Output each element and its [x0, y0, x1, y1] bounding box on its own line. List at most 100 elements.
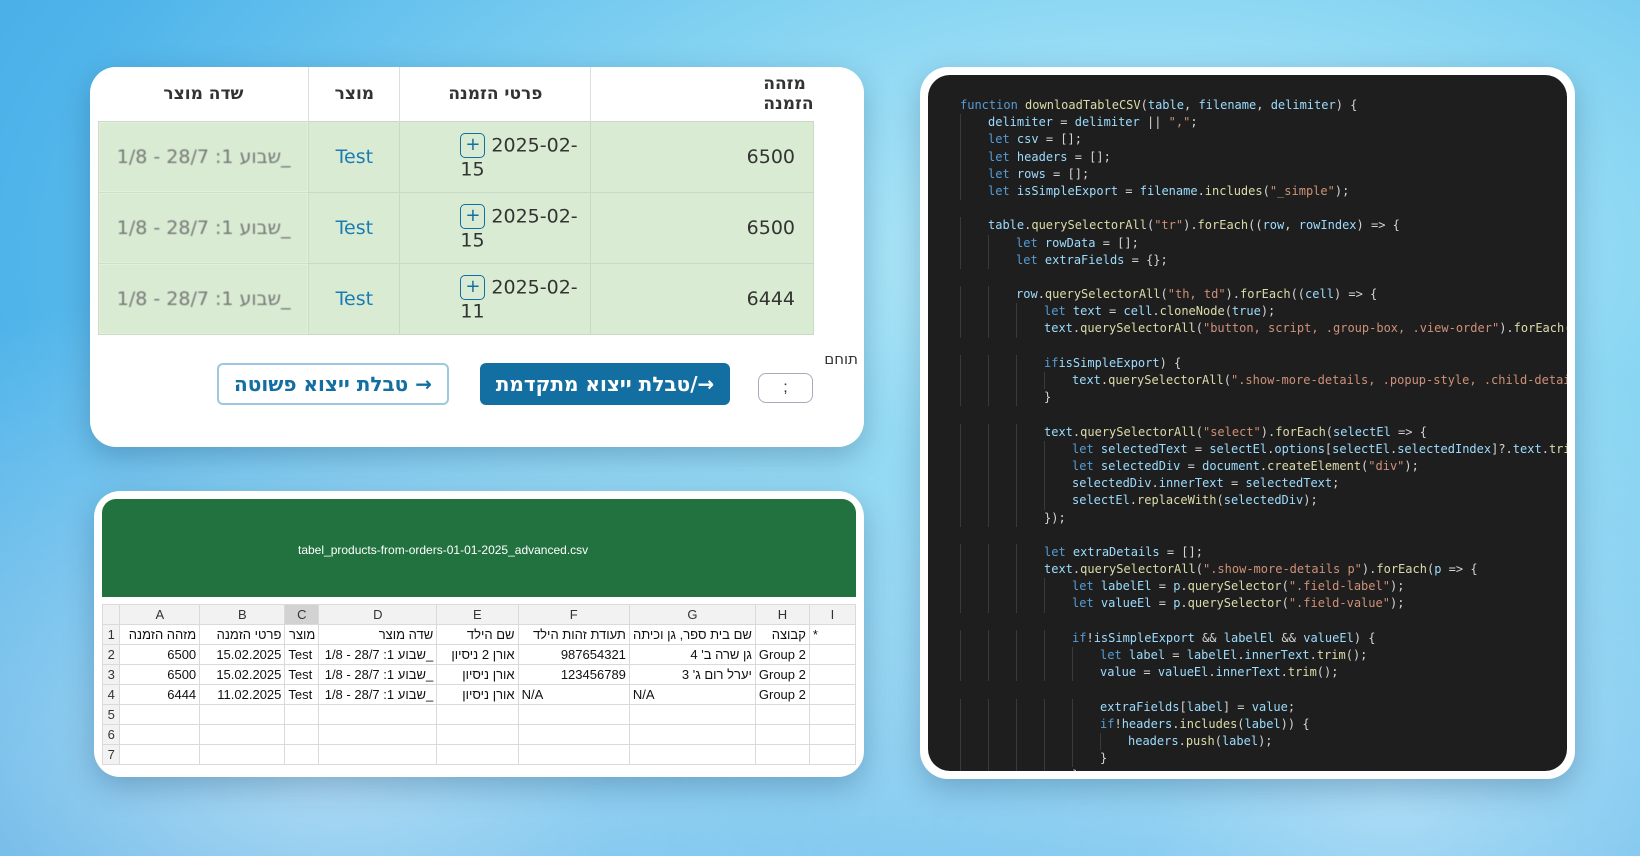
column-header[interactable]: C	[284, 604, 320, 625]
row-number[interactable]: 2	[101, 644, 121, 665]
sheet-row: 7	[101, 744, 857, 765]
expand-plus-button[interactable]: +	[460, 132, 486, 158]
sheet-cell[interactable]	[436, 744, 519, 765]
sheet-cell[interactable]: _שבוע 1: 28/7 - 1/8	[318, 644, 438, 665]
delimiter-input[interactable]: ;	[758, 373, 813, 403]
expand-plus-button[interactable]: +	[460, 274, 486, 300]
sheet-cell[interactable]	[628, 724, 756, 745]
sheet-cell[interactable]: 15.02.2025	[199, 644, 286, 665]
sheet-cell[interactable]: 6500	[119, 644, 201, 665]
row-number[interactable]: 3	[101, 664, 121, 685]
sheet-cell[interactable]	[284, 724, 320, 745]
sheet-cell[interactable]	[754, 724, 810, 745]
sheet-cell[interactable]: אורן 2 ניסיון	[436, 644, 519, 665]
sheet-cell[interactable]	[199, 704, 286, 725]
row-number[interactable]: 6	[101, 724, 121, 745]
sheet-cell[interactable]	[754, 704, 810, 725]
sheet-cell[interactable]: קבוצה	[754, 624, 810, 645]
header-order-details[interactable]: פרטי הזמנה	[399, 67, 591, 121]
sheet-cell[interactable]: N/A	[628, 684, 756, 705]
sheet-row: 4 6444 11.02.2025 Test _שבוע 1: 28/7 - 1…	[101, 684, 857, 705]
sheet-cell[interactable]: 15.02.2025	[199, 664, 286, 685]
sheet-cell[interactable]	[808, 664, 857, 685]
sheet-cell[interactable]: Group 2	[754, 684, 810, 705]
header-product[interactable]: מוצר	[308, 67, 400, 121]
column-header[interactable]: B	[199, 604, 286, 625]
sheet-cell[interactable]: מוצר	[284, 624, 320, 645]
code-line: let extraDetails = [];	[960, 543, 1567, 562]
sheet-cell[interactable]	[808, 744, 857, 765]
sheet-cell[interactable]	[808, 724, 857, 745]
row-number[interactable]: 5	[101, 704, 121, 725]
sheet-cell[interactable]: Test	[284, 684, 320, 705]
sheet-cell[interactable]	[754, 744, 810, 765]
sheet-cell[interactable]: Group 2	[754, 644, 810, 665]
column-header[interactable]: H	[754, 604, 810, 625]
sheet-cell[interactable]	[284, 704, 320, 725]
column-header[interactable]: G	[628, 604, 756, 625]
sheet-cell[interactable]	[808, 704, 857, 725]
sheet-cell[interactable]: אורן ניסיון	[436, 684, 519, 705]
sheet-cell[interactable]	[436, 724, 519, 745]
column-header[interactable]: I	[808, 604, 857, 625]
product-link[interactable]: Test	[308, 120, 401, 193]
sheet-cell[interactable]	[318, 724, 438, 745]
sheet-cell[interactable]	[199, 744, 286, 765]
product-link[interactable]: Test	[308, 191, 401, 264]
sheet-cell[interactable]: Group 2	[754, 664, 810, 685]
sheet-cell[interactable]	[119, 704, 201, 725]
sheet-cell[interactable]	[436, 704, 519, 725]
sheet-cell[interactable]: _שבוע 1: 28/7 - 1/8	[318, 664, 438, 685]
sheet-cell[interactable]	[318, 704, 438, 725]
product-link[interactable]: Test	[308, 262, 401, 335]
code-line: let valueEl = p.querySelector(".field-va…	[960, 595, 1567, 613]
sheet-cell[interactable]: שם הילד	[436, 624, 519, 645]
sheet-cell[interactable]	[119, 724, 201, 745]
simple-export-button[interactable]: טבלת ייצוא פשוטה →	[217, 363, 449, 405]
sheet-cell[interactable]: *	[808, 624, 857, 645]
sheet-cell[interactable]	[628, 744, 756, 765]
sheet-cell[interactable]: שדה מוצר	[318, 624, 438, 645]
sheet-cell[interactable]	[284, 744, 320, 765]
code-editor[interactable]: function downloadTableCSV(table, filenam…	[928, 75, 1567, 771]
sheet-cell[interactable]: Test	[284, 644, 320, 665]
header-product-field[interactable]: שדה מוצר	[98, 67, 309, 121]
sheet-cell[interactable]: שם בית ספר, גן וכיתה	[628, 624, 756, 645]
row-number[interactable]: 1	[101, 624, 121, 645]
sheet-cell[interactable]: N/A	[517, 684, 630, 705]
column-header[interactable]: F	[517, 604, 630, 625]
sheet-cell[interactable]: תעודת זהות הילד	[517, 624, 630, 645]
sheet-cell[interactable]	[808, 684, 857, 705]
row-number[interactable]: 7	[101, 744, 121, 765]
expand-plus-button[interactable]: +	[460, 203, 486, 229]
sheet-cell[interactable]	[517, 744, 630, 765]
column-header[interactable]: A	[119, 604, 201, 625]
sheet-cell[interactable]	[199, 724, 286, 745]
sheet-cell[interactable]: מזהה הזמנה	[119, 624, 201, 645]
sheet-cell[interactable]: אורן ניסיון	[436, 664, 519, 685]
sheet-cell[interactable]	[808, 644, 857, 665]
sheet-cell[interactable]	[517, 704, 630, 725]
sheet-cell[interactable]: 123456789	[517, 664, 630, 685]
column-header[interactable]: D	[318, 604, 438, 625]
sheet-cell[interactable]: יערל רום ג' 3	[628, 664, 756, 685]
column-header[interactable]: E	[436, 604, 519, 625]
sheet-cell[interactable]: Test	[284, 664, 320, 685]
sheet-cell[interactable]	[517, 724, 630, 745]
sheet-cell[interactable]: 6444	[119, 684, 201, 705]
sheet-cell[interactable]: _שבוע 1: 28/7 - 1/8	[318, 684, 438, 705]
sheet-cell[interactable]: פרטי הזמנה	[199, 624, 286, 645]
advanced-export-button[interactable]: טבלת ייצוא מתקדמת/→	[480, 363, 730, 405]
sheet-cell[interactable]	[628, 704, 756, 725]
header-order-id[interactable]: מזהה הזמנה	[590, 67, 814, 121]
sheet-cell[interactable]: גן שרה ב' 4	[628, 644, 756, 665]
row-number[interactable]: 4	[101, 684, 121, 705]
sheet-cell[interactable]: 11.02.2025	[199, 684, 286, 705]
select-all-corner[interactable]	[101, 604, 121, 625]
code-line: table.querySelectorAll("tr").forEach((ro…	[960, 217, 1567, 235]
sheet-cell[interactable]	[318, 744, 438, 765]
sheet-cell[interactable]: 6500	[119, 664, 201, 685]
sheet-cell[interactable]: 987654321	[517, 644, 630, 665]
sheet-cell[interactable]	[119, 744, 201, 765]
code-line: let headers = [];	[960, 148, 1567, 166]
